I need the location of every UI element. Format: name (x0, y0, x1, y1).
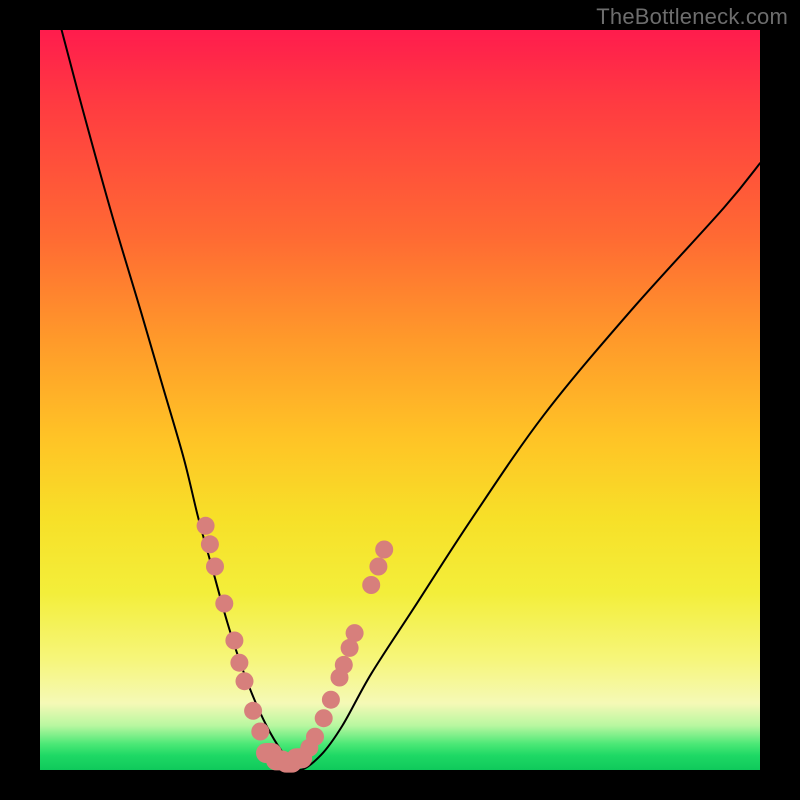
bead (206, 558, 224, 576)
bead (236, 672, 254, 690)
bead (230, 654, 248, 672)
bead (197, 517, 215, 535)
bead (322, 691, 340, 709)
bead (215, 595, 233, 613)
bottleneck-curve (62, 30, 760, 770)
bead (244, 702, 262, 720)
plot-area (40, 30, 760, 770)
bead (369, 558, 387, 576)
bead (375, 541, 393, 559)
bead (286, 748, 312, 768)
bead (346, 624, 364, 642)
bead (306, 728, 324, 746)
chart-frame: TheBottleneck.com (0, 0, 800, 800)
bead-markers (197, 517, 394, 773)
bead (362, 576, 380, 594)
curve-svg (40, 30, 760, 770)
bead (335, 656, 353, 674)
bead (251, 723, 269, 741)
watermark-text: TheBottleneck.com (596, 4, 788, 30)
bead (225, 632, 243, 650)
bead (315, 709, 333, 727)
bead (201, 535, 219, 553)
